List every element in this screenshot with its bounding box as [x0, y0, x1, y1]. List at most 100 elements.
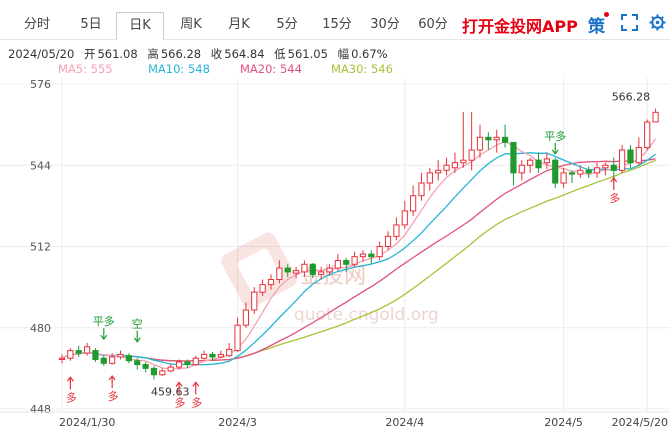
candle-up — [435, 169, 442, 174]
y-tick-label: 544 — [30, 159, 51, 172]
candle-up — [251, 291, 258, 311]
candle-down — [125, 355, 132, 362]
candles — [58, 108, 659, 380]
signal-label: 多 — [66, 390, 77, 404]
candle-up — [192, 357, 199, 366]
watermark: 金投网 quote.cngold.org — [221, 232, 439, 325]
candle-down — [368, 253, 375, 258]
candle-down — [535, 159, 542, 169]
x-tick-label: 2024/3 — [218, 416, 257, 429]
y-tick-label: 576 — [30, 78, 51, 91]
candle-down — [184, 361, 191, 366]
candle-down — [343, 259, 350, 265]
candle-down — [309, 263, 316, 275]
candle-down — [134, 360, 141, 366]
annotations: 566.28459.63平多 空多多多多平多多 — [66, 91, 650, 410]
ma30-line — [61, 159, 656, 362]
y-tick-label: 480 — [30, 322, 51, 335]
candle-down — [585, 169, 592, 174]
candle-up — [292, 270, 300, 274]
candle-up — [58, 357, 66, 360]
signal-label: 多 — [609, 191, 620, 205]
candle-up — [476, 136, 484, 151]
signal-label: 多 — [175, 395, 186, 409]
signal-label: 空 — [132, 317, 143, 331]
signal-label: 多 — [108, 389, 119, 403]
y-tick-label: 512 — [30, 241, 51, 254]
candle-down — [100, 357, 107, 364]
candle-down — [568, 172, 576, 175]
candle-down — [610, 164, 617, 171]
candle-up — [443, 164, 450, 171]
max-price-label: 566.28 — [612, 91, 651, 104]
ma10-line — [61, 152, 656, 366]
candle-up — [267, 279, 275, 286]
candle-up — [426, 172, 433, 184]
grid — [0, 78, 670, 412]
candle-up — [234, 324, 241, 352]
candle-up — [201, 353, 208, 359]
candle-up — [217, 353, 224, 358]
candle-up — [410, 195, 417, 212]
candle-up — [276, 267, 283, 281]
candle-up — [593, 167, 601, 174]
candle-up — [619, 149, 626, 171]
candle-up — [242, 309, 250, 326]
candle-up — [351, 256, 358, 265]
candle-up — [527, 159, 534, 166]
candle-up — [393, 224, 400, 237]
candle-up — [376, 246, 383, 258]
candle-down — [485, 136, 492, 141]
candle-up — [226, 348, 233, 357]
candle-down — [284, 267, 291, 273]
candle-up — [644, 121, 651, 148]
x-tick-label: 2024/5 — [544, 416, 583, 429]
candle-up — [384, 235, 392, 247]
signal-label: 平多 — [544, 129, 566, 143]
candle-up — [493, 136, 500, 141]
candle-up — [577, 169, 584, 175]
candle-up — [318, 271, 325, 275]
candle-up — [67, 350, 74, 359]
candle-up — [259, 284, 266, 293]
signal-label: 平多 — [93, 314, 115, 328]
candle-up — [83, 346, 91, 354]
candle-up — [159, 370, 166, 376]
candle-up — [301, 263, 308, 273]
candle-up — [602, 164, 609, 169]
candle-up — [451, 162, 459, 169]
candle-up — [468, 149, 475, 161]
candle-down — [501, 136, 509, 143]
x-tick-label: 2024/5/20 — [612, 416, 668, 429]
x-tick-label: 2024/1/30 — [59, 416, 115, 429]
candle-up — [652, 111, 659, 123]
candle-up — [543, 158, 550, 164]
candle-up — [334, 259, 341, 269]
candle-down — [75, 350, 82, 354]
candle-up — [460, 159, 467, 164]
candle-down — [627, 149, 634, 164]
x-tick-label: 2024/4 — [385, 416, 424, 429]
candle-down — [142, 364, 149, 369]
candle-up — [359, 253, 367, 258]
candle-up — [109, 356, 116, 364]
candle-up — [560, 172, 567, 184]
candle-down — [92, 350, 99, 360]
signal-label: 多 — [191, 395, 202, 409]
candle-up — [401, 210, 408, 226]
candle-up — [117, 353, 124, 358]
candle-down — [150, 367, 158, 376]
candlestick-chart: 金投网 quote.cngold.org 566.28459.63平多 空多多多多… — [0, 78, 670, 429]
candle-up — [518, 164, 525, 174]
y-tick-label: 448 — [30, 403, 51, 416]
candle-up — [418, 182, 425, 197]
candle-down — [209, 353, 216, 358]
candle-up — [635, 146, 642, 164]
axes: 576 544 512 480 448 2024/1/30 2024/3 2024/4 2024… — [0, 78, 670, 429]
candle-down — [552, 159, 559, 184]
candle-down — [510, 141, 517, 174]
candle-up — [167, 366, 174, 372]
ma20-line — [61, 158, 656, 362]
candle-up — [175, 361, 183, 368]
candle-up — [326, 267, 333, 273]
